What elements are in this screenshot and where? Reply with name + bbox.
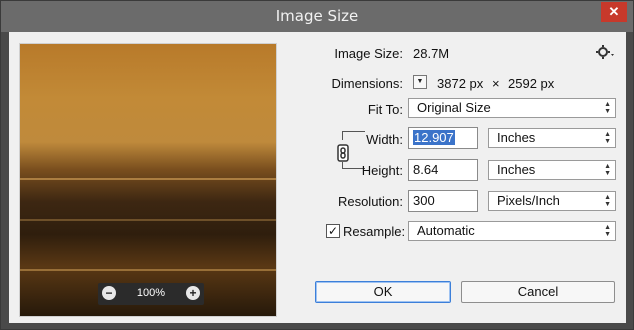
select-arrows-icon: ▲ ▼: [604, 131, 611, 145]
dialog-body: − 100% + Image Size: 28.7M Dimensions: ▼…: [9, 32, 626, 323]
width-value: 12.907: [413, 130, 455, 145]
zoom-out-icon[interactable]: −: [102, 286, 116, 300]
dimensions-width: 3872 px: [437, 76, 484, 91]
height-value: 8.64: [413, 162, 439, 177]
gear-icon[interactable]: [595, 43, 615, 61]
width-unit-value: Inches: [497, 130, 536, 145]
width-input[interactable]: 12.907: [408, 127, 478, 149]
dimensions-height: 2592 px: [508, 76, 555, 91]
resample-checkbox[interactable]: ✓: [326, 224, 340, 238]
fit-to-select[interactable]: Original Size ▲ ▼: [408, 98, 616, 118]
water-highlight: [20, 269, 276, 271]
resolution-unit-value: Pixels/Inch: [497, 193, 560, 208]
image-size-label: Image Size:: [334, 46, 403, 61]
fit-to-label: Fit To:: [367, 102, 403, 117]
image-size-value: 28.7M: [413, 46, 450, 61]
resolution-unit-select[interactable]: Pixels/Inch ▲ ▼: [488, 191, 616, 211]
height-unit-value: Inches: [497, 162, 536, 177]
zoom-level: 100%: [136, 287, 166, 299]
height-unit-select[interactable]: Inches ▲ ▼: [488, 160, 616, 180]
zoom-in-icon[interactable]: +: [186, 286, 200, 300]
image-size-dialog: Image Size ✕ − 100% + Image Size: 28.7M: [0, 0, 634, 330]
resample-select[interactable]: Automatic ▲ ▼: [408, 221, 616, 241]
image-preview[interactable]: − 100% +: [19, 43, 277, 317]
dimensions-dropdown-icon[interactable]: ▼: [413, 75, 427, 89]
title-bar[interactable]: Image Size ✕: [1, 1, 633, 32]
resolution-input[interactable]: 300: [408, 190, 478, 212]
resolution-value: 300: [413, 193, 435, 208]
resample-label: Resample:: [343, 224, 406, 239]
dimensions-times: ×: [492, 76, 500, 91]
width-label: Width:: [366, 132, 403, 147]
close-button[interactable]: ✕: [601, 2, 627, 22]
water-highlight: [20, 219, 276, 221]
preview-zoom-control: − 100% +: [98, 283, 204, 305]
select-arrows-icon: ▲ ▼: [604, 101, 611, 115]
select-arrows-icon: ▲ ▼: [604, 194, 611, 208]
fit-to-value: Original Size: [417, 100, 491, 115]
resolution-label: Resolution:: [337, 194, 403, 209]
height-label: Height:: [361, 163, 403, 178]
ok-button[interactable]: OK: [315, 281, 451, 303]
select-arrows-icon: ▲ ▼: [604, 224, 611, 238]
cancel-button[interactable]: Cancel: [461, 281, 615, 303]
height-input[interactable]: 8.64: [408, 159, 478, 181]
dialog-title: Image Size: [275, 7, 359, 25]
resample-value: Automatic: [417, 223, 475, 238]
select-arrows-icon: ▲ ▼: [604, 163, 611, 177]
dimensions-label: Dimensions:: [331, 76, 403, 91]
width-unit-select[interactable]: Inches ▲ ▼: [488, 128, 616, 148]
water-highlight: [20, 178, 276, 180]
